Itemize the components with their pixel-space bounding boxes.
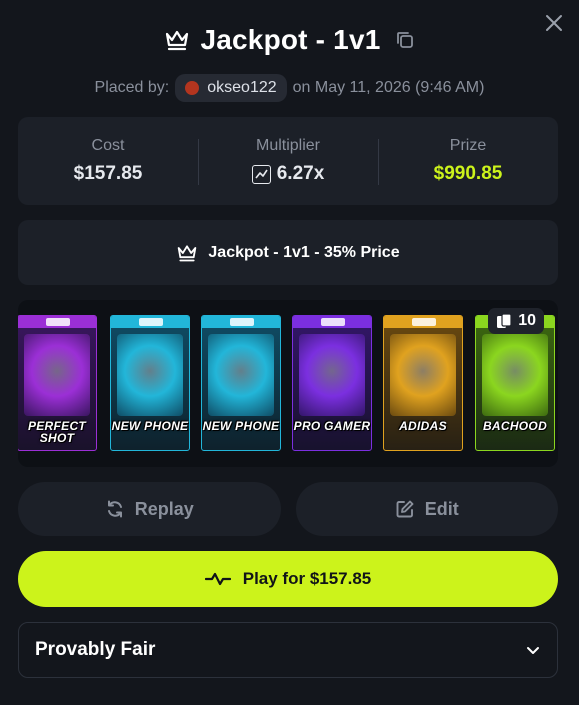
replay-button[interactable]: Replay xyxy=(18,482,281,536)
play-label: Play for $157.85 xyxy=(242,569,372,588)
mode-label: Jackpot - 1v1 - 35% Price xyxy=(208,243,400,261)
pack-artwork xyxy=(117,334,183,416)
pack-card[interactable]: ADIDAS xyxy=(383,315,463,451)
packs-strip[interactable]: PERFECT SHOT NEW PHONE NEW PHONE PRO GAMER A… xyxy=(18,300,558,467)
title-row: Jackpot - 1v1 xyxy=(0,22,579,58)
avatar xyxy=(185,81,200,95)
pack-name: NEW PHONE xyxy=(111,419,189,433)
pack-name: PERFECT SHOT xyxy=(27,419,87,445)
pack-name: PRO GAMER xyxy=(293,419,371,433)
copy-icon[interactable] xyxy=(395,30,415,50)
replay-label: Replay xyxy=(134,498,194,519)
pack-name: BACHOOD xyxy=(482,419,548,433)
pack-count: 10 xyxy=(518,312,536,329)
stats-panel: Cost $157.85 Multiplier 6.27x Prize $990… xyxy=(18,117,558,205)
action-row: Replay Edit xyxy=(18,482,558,536)
play-button[interactable]: Play for $157.85 xyxy=(18,551,558,607)
chevron-down-icon xyxy=(527,647,539,654)
placed-date: on May 11, 2026 (9:46 AM) xyxy=(292,79,485,96)
replay-icon xyxy=(107,500,122,518)
mode-box: Jackpot - 1v1 - 35% Price xyxy=(18,220,558,285)
pack-name: NEW PHONE xyxy=(202,419,280,433)
provably-fair-label: Provably Fair xyxy=(35,639,156,660)
crown-icon xyxy=(178,244,197,261)
username: okseo122 xyxy=(207,79,277,96)
placed-by-label: Placed by: xyxy=(94,79,170,96)
pack-logo-icon xyxy=(412,318,436,326)
pack-logo-icon xyxy=(321,318,345,326)
pack-artwork xyxy=(482,334,548,416)
crown-icon xyxy=(166,30,189,51)
pack-artwork xyxy=(390,334,456,416)
pack-artwork xyxy=(24,334,90,416)
pack-card[interactable]: NEW PHONE xyxy=(110,315,190,451)
stat-prize: Prize $990.85 xyxy=(378,137,558,185)
stat-cost: Cost $157.85 xyxy=(18,137,198,185)
stat-multiplier: Multiplier 6.27x xyxy=(198,137,378,185)
pack-card[interactable]: BACHOOD xyxy=(475,315,555,451)
pack-card[interactable]: PRO GAMER xyxy=(292,315,372,451)
trend-icon xyxy=(251,164,271,184)
user-chip[interactable]: okseo122 xyxy=(175,74,287,102)
pack-artwork xyxy=(299,334,365,416)
placed-by-row: Placed by: okseo122 on May 11, 2026 (9:4… xyxy=(0,72,579,104)
edit-icon xyxy=(396,500,414,518)
pack-name: ADIDAS xyxy=(399,419,447,433)
pack-artwork xyxy=(208,334,274,416)
pack-logo-icon xyxy=(230,318,254,326)
stat-value-wrap: 6.27x xyxy=(251,163,325,185)
page-title: Jackpot - 1v1 xyxy=(200,24,381,55)
pack-card[interactable]: NEW PHONE xyxy=(201,315,281,451)
pulse-icon xyxy=(204,572,231,586)
stat-value: $157.85 xyxy=(73,163,143,184)
stat-value: 6.27x xyxy=(276,163,325,184)
edit-label: Edit xyxy=(424,498,459,519)
pack-count-badge: 10 xyxy=(488,308,544,334)
stat-label: Prize xyxy=(449,137,487,154)
stat-label: Multiplier xyxy=(255,137,320,154)
edit-button[interactable]: Edit xyxy=(295,482,558,536)
stat-value: $990.85 xyxy=(433,163,503,184)
cards-icon xyxy=(497,313,512,328)
stat-label: Cost xyxy=(91,137,125,154)
pack-card[interactable]: PERFECT SHOT xyxy=(18,315,97,451)
pack-logo-icon xyxy=(46,318,70,326)
pack-logo-icon xyxy=(139,318,163,326)
provably-fair-accordion[interactable]: Provably Fair xyxy=(18,622,558,678)
